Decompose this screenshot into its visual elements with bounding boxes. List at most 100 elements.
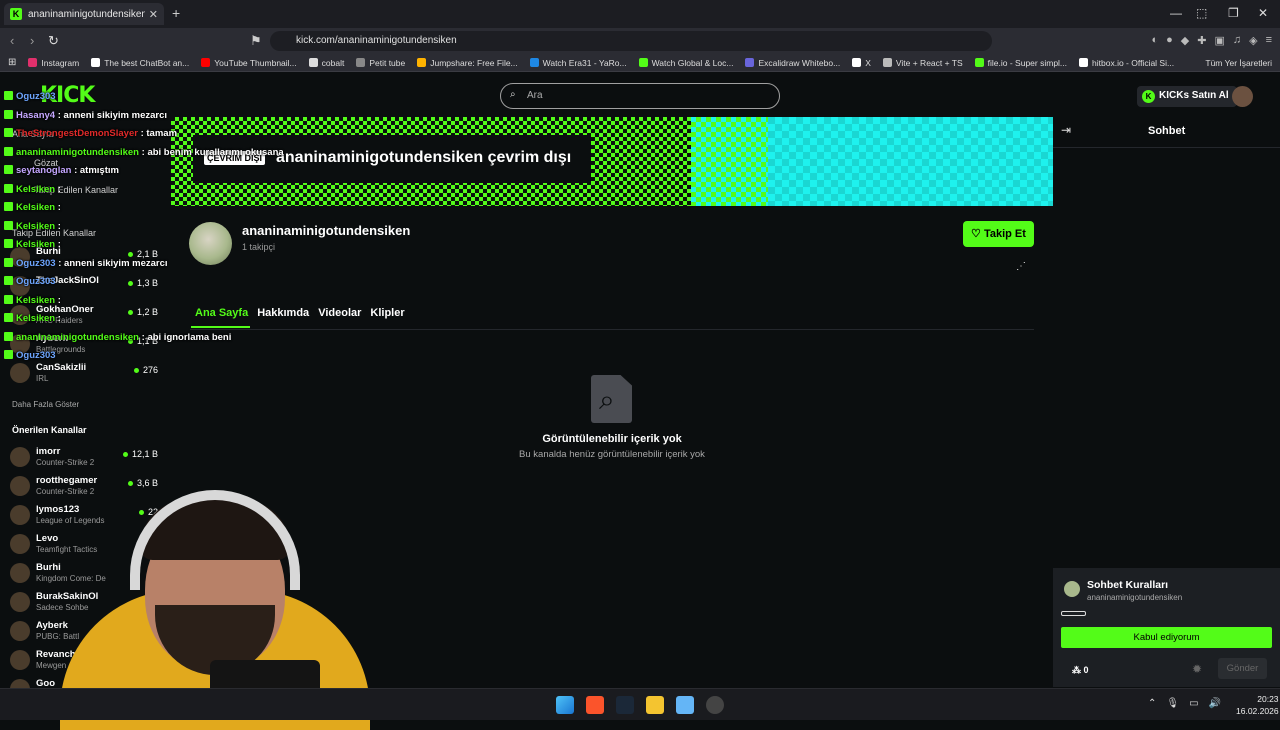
chat-badge-icon	[4, 350, 13, 359]
share-icon[interactable]: ⋰	[1016, 261, 1026, 272]
bookmark-label: Petit tube	[369, 57, 406, 68]
extension-icon[interactable]: ◐	[1151, 34, 1158, 47]
bookmark-favicon-icon	[356, 58, 366, 67]
chat-title: Sohbet	[1148, 125, 1186, 137]
clock[interactable]: 20:23 16.02.2026	[1236, 693, 1279, 717]
reload-icon[interactable]: ↻	[48, 33, 59, 49]
chat-username: Oguz303	[16, 257, 56, 269]
bookmark-label: YouTube Thumbnail...	[214, 57, 297, 68]
overlay-chat-line: Kelsiken :	[4, 239, 61, 250]
chat-message: :	[57, 294, 61, 306]
channel-name: ananinaminigotundensiken	[242, 223, 411, 238]
points-icon: ⁂	[1072, 665, 1081, 675]
extension-icon[interactable]: ●	[1166, 34, 1173, 47]
chat-message: : anneni sikiyim mezarcı	[57, 109, 168, 121]
tab-home[interactable]: Ana Sayfa	[195, 307, 248, 319]
menu-icon[interactable]: ≡	[1266, 34, 1272, 47]
chat-message: :	[57, 202, 61, 213]
mic-icon[interactable]: 🎙	[1166, 698, 1179, 709]
chevron-up-icon[interactable]: ⌃	[1148, 698, 1156, 709]
bookmark-item[interactable]: Vite + React + TS	[882, 58, 963, 68]
bookmark-item[interactable]: hitbox.io - Official Si...	[1079, 58, 1174, 68]
accept-rules-button[interactable]: Kabul ediyorum	[1061, 627, 1272, 648]
buy-kicks-button[interactable]: K KICKs Satın Al	[1137, 86, 1237, 107]
clock-date: 16.02.2026	[1236, 706, 1279, 716]
bookmark-item[interactable]: The best ChatBot an...	[91, 58, 189, 68]
chat-username: Kelsiken	[16, 202, 56, 213]
chat-badge-icon	[4, 276, 13, 285]
collapse-chat-icon[interactable]: ⇥	[1061, 123, 1071, 137]
network-icon[interactable]: ▭	[1189, 698, 1198, 709]
app-icon[interactable]	[706, 696, 724, 714]
back-icon[interactable]: ‹	[10, 33, 14, 48]
url-text: kick.com/ananinaminigotundensiken	[296, 35, 457, 46]
bookmark-item[interactable]: Watch Global & Loc...	[638, 57, 734, 68]
bookmark-item[interactable]: Watch Era31 - YaRo...	[529, 58, 627, 68]
bookmark-item[interactable]: X	[852, 58, 871, 68]
bookmarks-bar: ⊞ Instagram The best ChatBot an... YouTube…	[0, 54, 1280, 72]
brave-icon[interactable]	[586, 696, 604, 714]
tab-clips[interactable]: Klipler	[370, 307, 404, 319]
bookmark-item[interactable]: YouTube Thumbnail...	[201, 57, 297, 68]
bookmark-favicon-icon	[1079, 58, 1089, 67]
browser-tab[interactable]: K ananinaminigotundensiken Stre ✕	[4, 3, 164, 25]
bookmark-label: Excalidraw Whitebo...	[758, 57, 841, 68]
new-tab-icon[interactable]: +	[172, 5, 180, 21]
chat-badge-icon	[4, 165, 13, 174]
chat-message: : abi benim kurallarımı okusana	[141, 146, 284, 158]
minimize-icon[interactable]: —	[1170, 6, 1182, 20]
extension-icon[interactable]: ◆	[1181, 34, 1189, 47]
overlay-chat-line: Oguz303	[4, 350, 56, 361]
empty-subtitle: Bu kanalda henüz görüntülenebilir içerik…	[519, 449, 705, 460]
send-button[interactable]: Gönder	[1218, 658, 1267, 679]
music-icon[interactable]: ♫	[1233, 34, 1241, 47]
close-tab-icon[interactable]: ✕	[149, 8, 158, 21]
rules-channel: ananinaminigotundensiken	[1087, 593, 1183, 602]
channel-name: CanSakizlii	[36, 362, 87, 373]
folder-icon[interactable]	[646, 696, 664, 714]
bookmark-favicon-icon	[974, 58, 984, 67]
steam-icon[interactable]	[616, 696, 634, 714]
bookmark-item[interactable]: Instagram	[28, 58, 79, 68]
chat-message: : anneni sikiyim mezarcı	[58, 257, 168, 269]
follow-button[interactable]: ♡ Takip Et	[963, 221, 1034, 247]
system-tray: ⌃ 🎙 ▭ 🔊	[1148, 698, 1221, 709]
close-window-icon[interactable]: ✕	[1258, 6, 1268, 20]
tab-about[interactable]: Hakkımda	[257, 307, 309, 319]
extensions-icon[interactable]: ⬚	[1196, 6, 1207, 20]
emote-icon[interactable]: ✹	[1192, 662, 1202, 676]
all-bookmarks-link[interactable]: Tüm Yer İşaretleri	[1205, 58, 1272, 68]
kick-favicon-icon: K	[10, 8, 22, 20]
volume-icon[interactable]: 🔊	[1209, 698, 1221, 709]
taskbar-icons	[556, 696, 724, 714]
app-icon[interactable]	[676, 696, 694, 714]
show-more-link[interactable]: Daha Fazla Göster	[12, 400, 79, 409]
bookmark-label: Watch Global & Loc...	[651, 57, 734, 68]
bookmark-item[interactable]: file.io - Super simpl...	[974, 58, 1067, 68]
bookmark-item[interactable]: Jumpshare: Free File...	[417, 58, 518, 68]
shield-icon[interactable]: ◈	[1249, 34, 1257, 47]
bookmark-item[interactable]: cobalt	[308, 58, 344, 68]
puzzle-icon[interactable]: ✚	[1197, 34, 1206, 47]
channel-avatar	[10, 534, 30, 554]
maximize-icon[interactable]: ❐	[1228, 6, 1239, 20]
bookmark-item[interactable]: Excalidraw Whitebo...	[745, 58, 840, 68]
overlay-chat-line: Kelsiken :	[4, 183, 61, 195]
url-field[interactable]: kick.com/ananinaminigotundensiken	[270, 31, 992, 51]
channel-avatar	[10, 563, 30, 583]
search-input[interactable]: ⌕ Ara	[500, 83, 780, 109]
chat-username: Kelsiken	[16, 183, 56, 195]
user-avatar[interactable]	[1232, 86, 1253, 107]
bookmark-item[interactable]: Petit tube	[356, 58, 405, 68]
bookmark-label: hitbox.io - Official Si...	[1092, 57, 1175, 68]
start-icon[interactable]	[556, 696, 574, 714]
bookmark-label: The best ChatBot an...	[104, 57, 190, 68]
bookmark-icon[interactable]: ⚑	[250, 33, 262, 49]
sidebar-channel[interactable]: CanSakizlii IRL 276	[10, 361, 162, 387]
channel-points[interactable]: ⁂ 0	[1072, 665, 1089, 676]
tab-videos[interactable]: Videolar	[318, 307, 361, 319]
bookmark-favicon-icon	[308, 58, 318, 67]
sidebar-icon[interactable]: ▣	[1214, 34, 1224, 47]
forward-icon[interactable]: ›	[30, 33, 34, 48]
apps-icon[interactable]: ⊞	[8, 57, 16, 68]
